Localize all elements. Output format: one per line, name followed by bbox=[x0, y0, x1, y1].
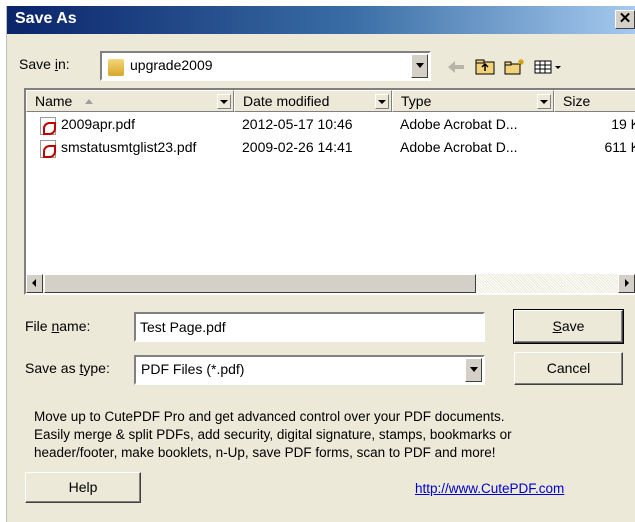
promo-text: Move up to CutePDF Pro and get advanced … bbox=[34, 408, 624, 462]
back-arrow-icon[interactable] bbox=[445, 58, 467, 76]
column-label: Name bbox=[35, 93, 73, 109]
promo-line: Easily merge & split PDFs, add security,… bbox=[34, 427, 512, 442]
column-header-date[interactable]: Date modified bbox=[234, 90, 392, 112]
save-as-type-value: PDF Files (*.pdf) bbox=[141, 361, 245, 377]
column-label: Size bbox=[563, 93, 591, 109]
file-list[interactable]: Name Date modified Type Size 2009apr.pdf… bbox=[24, 88, 635, 295]
save-in-label: Save in: bbox=[19, 56, 70, 72]
help-button[interactable]: Help bbox=[25, 472, 141, 503]
pdf-file-icon bbox=[40, 140, 56, 158]
cancel-button[interactable]: Cancel bbox=[514, 352, 623, 385]
close-button[interactable]: ✕ bbox=[615, 10, 635, 29]
column-filter-dropdown[interactable] bbox=[537, 94, 551, 109]
folder-icon bbox=[108, 59, 124, 76]
save-as-type-dropdown[interactable]: PDF Files (*.pdf) bbox=[134, 355, 485, 385]
file-type: Adobe Acrobat D... bbox=[400, 139, 518, 155]
scroll-left-button[interactable] bbox=[26, 274, 43, 293]
column-label: Date modified bbox=[243, 93, 330, 109]
save-in-value: upgrade2009 bbox=[130, 57, 213, 73]
sort-ascending-icon bbox=[85, 99, 93, 104]
new-folder-icon[interactable] bbox=[503, 58, 525, 76]
promo-line: header/footer, make booklets, n-Up, save… bbox=[34, 445, 496, 460]
column-filter-dropdown[interactable] bbox=[217, 94, 231, 109]
file-name-value: Test Page.pdf bbox=[140, 319, 226, 335]
list-item[interactable]: 2009apr.pdf 2012-05-17 10:46 Adobe Acrob… bbox=[26, 115, 635, 137]
save-button[interactable]: Save bbox=[513, 309, 624, 344]
file-size: 19 K bbox=[611, 116, 635, 132]
promo-line: Move up to CutePDF Pro and get advanced … bbox=[34, 409, 505, 424]
file-type: Adobe Acrobat D... bbox=[400, 116, 518, 132]
column-header-name[interactable]: Name bbox=[26, 90, 234, 112]
column-filter-dropdown[interactable] bbox=[375, 94, 389, 109]
list-header: Name Date modified Type Size bbox=[26, 90, 635, 112]
file-name: 2009apr.pdf bbox=[61, 116, 135, 132]
pdf-file-icon bbox=[40, 117, 56, 135]
column-header-size[interactable]: Size bbox=[554, 90, 635, 112]
close-icon: ✕ bbox=[618, 10, 632, 27]
file-date: 2012-05-17 10:46 bbox=[242, 116, 353, 132]
file-size: 611 K bbox=[604, 139, 635, 155]
chevron-down-icon[interactable] bbox=[465, 358, 482, 382]
chevron-down-icon[interactable] bbox=[411, 54, 428, 78]
window-title: Save As bbox=[15, 10, 77, 27]
view-menu-icon[interactable] bbox=[533, 58, 565, 76]
save-as-type-label: Save as type: bbox=[25, 360, 110, 376]
column-header-type[interactable]: Type bbox=[392, 90, 554, 112]
scroll-thumb[interactable] bbox=[44, 274, 476, 293]
save-in-dropdown[interactable]: upgrade2009 bbox=[100, 51, 431, 81]
file-name: smstatusmtglist23.pdf bbox=[61, 139, 197, 155]
title-bar[interactable]: Save As ✕ bbox=[7, 6, 635, 34]
horizontal-scrollbar[interactable] bbox=[26, 274, 635, 293]
column-label: Type bbox=[401, 93, 432, 109]
file-date: 2009-02-26 14:41 bbox=[242, 139, 353, 155]
file-name-input[interactable]: Test Page.pdf bbox=[134, 312, 485, 342]
file-name-label: File name: bbox=[25, 318, 91, 334]
cutepdf-link[interactable]: http://www.CutePDF.com bbox=[415, 481, 564, 496]
scroll-right-button[interactable] bbox=[618, 274, 635, 293]
up-folder-icon[interactable] bbox=[474, 58, 496, 76]
list-item[interactable]: smstatusmtglist23.pdf 2009-02-26 14:41 A… bbox=[26, 138, 635, 160]
save-as-dialog: Save As ✕ Save in: upgrade2009 Name Date… bbox=[6, 6, 635, 522]
